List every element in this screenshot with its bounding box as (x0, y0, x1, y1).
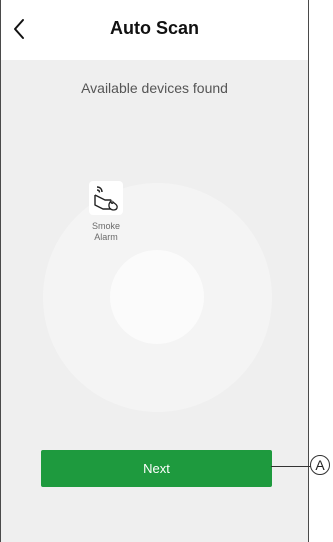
next-button[interactable]: Next (41, 450, 272, 487)
callout-marker: A (310, 455, 330, 475)
page-title: Auto Scan (109, 18, 199, 38)
scan-status-text: Available devices found (81, 80, 228, 96)
auto-scan-screen: Auto Scan Available devices found Smoke … (0, 0, 309, 542)
header-bar: Auto Scan (1, 0, 308, 60)
device-name-label: Smoke Alarm (91, 221, 120, 242)
smoke-alarm-icon (89, 181, 123, 215)
scan-radar-inner (110, 250, 204, 344)
device-smoke-alarm[interactable]: Smoke Alarm (79, 181, 133, 243)
callout-leader-line (271, 466, 311, 467)
